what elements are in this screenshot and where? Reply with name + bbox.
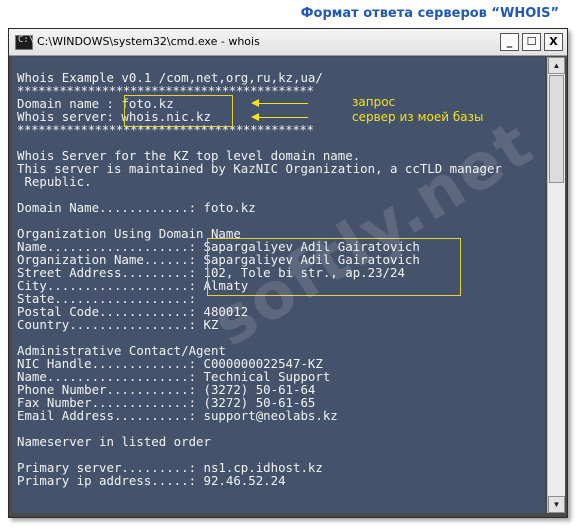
cmd-icon: C:\ bbox=[15, 35, 34, 50]
scroll-up-icon[interactable]: ▲ bbox=[548, 57, 565, 74]
maximize-button[interactable]: ☐ bbox=[522, 33, 541, 51]
arrow-server-line bbox=[258, 117, 308, 118]
scroll-thumb[interactable] bbox=[549, 75, 564, 183]
domain-server-highlight bbox=[124, 95, 233, 127]
console-line: Domain Name............: foto.kz bbox=[17, 200, 256, 215]
page-heading: Формат ответа серверов “WHOIS” bbox=[300, 6, 559, 21]
console-line: Republic. bbox=[17, 174, 92, 189]
console-output[interactable]: Whois Example v0.1 /com,net,org,ru,kz,ua… bbox=[12, 57, 545, 513]
console-line: Primary ip address.....: 92.46.52.24 bbox=[17, 473, 286, 488]
close-button[interactable]: X bbox=[544, 33, 563, 51]
owner-info-highlight bbox=[207, 238, 461, 296]
annotation-request: запрос bbox=[352, 95, 396, 109]
cmd-window: C:\ C:\WINDOWS\system32\cmd.exe - whois … bbox=[8, 28, 568, 518]
vertical-scrollbar[interactable]: ▲ ▼ bbox=[547, 57, 565, 513]
watermark: softly.net bbox=[199, 106, 545, 362]
title-bar[interactable]: C:\ C:\WINDOWS\system32\cmd.exe - whois … bbox=[9, 29, 567, 56]
annotation-server: сервер из моей базы bbox=[352, 110, 484, 124]
console-line: Nameserver in listed order bbox=[17, 434, 211, 449]
arrow-request-line bbox=[258, 103, 308, 104]
scroll-down-icon[interactable]: ▼ bbox=[548, 496, 565, 513]
console-line: Country................: KZ bbox=[17, 317, 219, 332]
console-line: Email Address..........: support@neolabs… bbox=[17, 408, 338, 423]
window-title: C:\WINDOWS\system32\cmd.exe - whois bbox=[37, 35, 260, 48]
minimize-button[interactable]: _ bbox=[500, 33, 519, 51]
